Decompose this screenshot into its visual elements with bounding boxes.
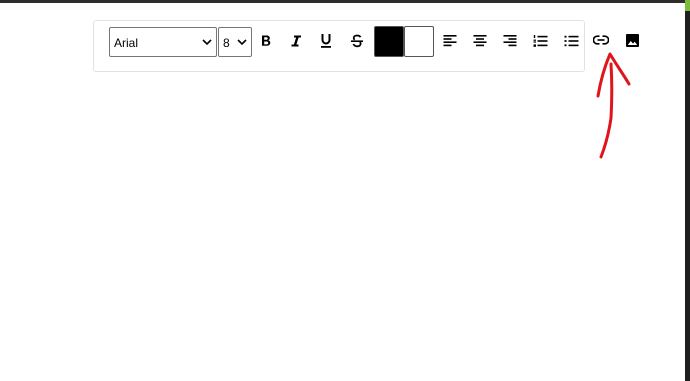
bullet-list-button[interactable]: [559, 29, 583, 53]
window-right-edge: [685, 0, 690, 381]
bold-button[interactable]: [254, 29, 278, 53]
italic-icon: [291, 35, 301, 47]
image-icon: [625, 33, 639, 47]
strikethrough-button[interactable]: [345, 29, 369, 53]
annotation-arrow: [596, 52, 631, 159]
editor-toolbar: Arial 8: [93, 20, 585, 72]
text-color-swatch[interactable]: [374, 26, 404, 57]
font-size-select[interactable]: 8: [218, 27, 252, 57]
underline-icon: [321, 34, 331, 48]
window-accent: [685, 0, 690, 11]
font-family-value: Arial: [114, 36, 139, 50]
underline-button[interactable]: [314, 29, 338, 53]
bullet-list-icon: [564, 35, 578, 47]
bold-icon: [262, 35, 271, 46]
link-icon: [593, 35, 609, 45]
italic-button[interactable]: [284, 29, 308, 53]
chevron-down-icon: [237, 39, 247, 46]
align-right-button[interactable]: [498, 29, 522, 53]
ordered-list-button[interactable]: [528, 29, 552, 53]
align-center-icon: [473, 35, 487, 47]
align-left-icon: [443, 35, 457, 47]
font-family-select[interactable]: Arial: [109, 27, 217, 57]
align-center-button[interactable]: [468, 29, 492, 53]
insert-link-button[interactable]: [589, 28, 613, 52]
font-size-value: 8: [223, 36, 230, 50]
chevron-down-icon: [202, 39, 212, 46]
window-top-border: [0, 0, 685, 3]
background-color-swatch[interactable]: [404, 26, 434, 57]
insert-image-button[interactable]: [620, 28, 644, 52]
ordered-list-icon: [533, 35, 547, 47]
strikethrough-icon: [351, 34, 363, 48]
align-left-button[interactable]: [438, 29, 462, 53]
align-right-icon: [503, 35, 517, 47]
